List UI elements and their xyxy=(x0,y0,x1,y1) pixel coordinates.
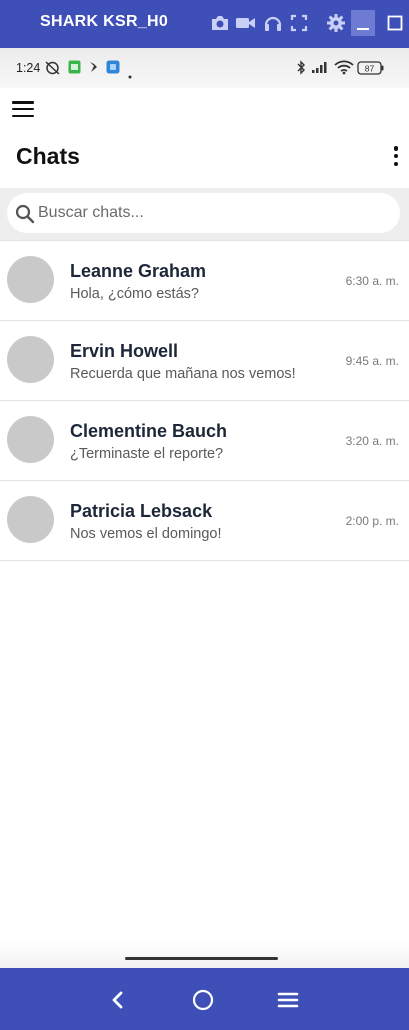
hamburger-icon[interactable] xyxy=(12,99,34,119)
chat-time: 3:20 a. m. xyxy=(345,434,399,448)
alarm-off-icon xyxy=(44,60,61,80)
chat-time: 6:30 a. m. xyxy=(345,274,399,288)
shoe-icon xyxy=(88,60,100,79)
fullscreen-icon[interactable] xyxy=(288,12,310,34)
app-notification-icon xyxy=(68,60,81,79)
avatar xyxy=(7,256,54,303)
dot-icon xyxy=(128,66,132,84)
chat-name: Leanne Graham xyxy=(70,261,207,281)
search-bar xyxy=(0,188,409,241)
wifi-icon xyxy=(334,60,354,80)
bluetooth-icon xyxy=(296,60,306,80)
chat-name: Ervin Howell xyxy=(70,341,179,361)
home-icon[interactable] xyxy=(190,987,216,1013)
chat-list-item[interactable]: Ervin Howell Recuerda que mañana nos vem… xyxy=(0,321,409,401)
avatar xyxy=(7,496,54,543)
chat-last-message: Nos vemos el domingo! xyxy=(70,526,222,542)
gear-icon[interactable] xyxy=(325,12,347,34)
chat-list-item[interactable]: Patricia Lebsack Nos vemos el domingo! 2… xyxy=(0,481,409,561)
battery-icon: 87 xyxy=(357,61,385,80)
camera-icon[interactable] xyxy=(209,12,231,34)
chat-last-message: Hola, ¿cómo estás? xyxy=(70,286,199,302)
search-box[interactable] xyxy=(7,193,400,233)
headphones-icon[interactable] xyxy=(262,12,284,34)
battery-level: 87 xyxy=(365,64,375,74)
chat-name: Patricia Lebsack xyxy=(70,501,213,521)
avatar xyxy=(7,336,54,383)
chat-list-item[interactable]: Clementine Bauch ¿Terminaste el reporte?… xyxy=(0,401,409,481)
status-time: 1:24 xyxy=(16,61,41,75)
chat-list-item[interactable]: Leanne Graham Hola, ¿cómo estás? 6:30 a.… xyxy=(0,241,409,321)
maximize-icon[interactable] xyxy=(384,12,406,34)
status-bar: 1:24 87 xyxy=(0,48,409,88)
video-icon[interactable] xyxy=(235,12,257,34)
chat-last-message: Recuerda que mañana nos vemos! xyxy=(70,366,296,382)
search-input[interactable] xyxy=(38,200,388,226)
gesture-area xyxy=(0,940,409,968)
search-icon xyxy=(15,204,35,224)
app-square-icon xyxy=(106,60,120,79)
more-vert-icon[interactable] xyxy=(388,146,404,166)
emulator-title-bar: SHARK KSR_H0 xyxy=(0,0,409,48)
page-title: Chats xyxy=(16,143,80,169)
avatar xyxy=(7,416,54,463)
emulator-title: SHARK KSR_H0 xyxy=(40,13,169,30)
signal-icon xyxy=(311,60,331,79)
gesture-handle[interactable] xyxy=(125,957,278,960)
chat-time: 2:00 p. m. xyxy=(345,514,399,528)
chat-last-message: ¿Terminaste el reporte? xyxy=(70,446,224,462)
minimize-icon[interactable] xyxy=(351,10,375,36)
chat-time: 9:45 a. m. xyxy=(345,354,399,368)
navigation-bar xyxy=(0,968,409,1030)
back-icon[interactable] xyxy=(105,987,131,1013)
menu-icon[interactable] xyxy=(275,987,301,1013)
chat-list: Leanne Graham Hola, ¿cómo estás? 6:30 a.… xyxy=(0,241,409,561)
chat-name: Clementine Bauch xyxy=(70,421,228,441)
